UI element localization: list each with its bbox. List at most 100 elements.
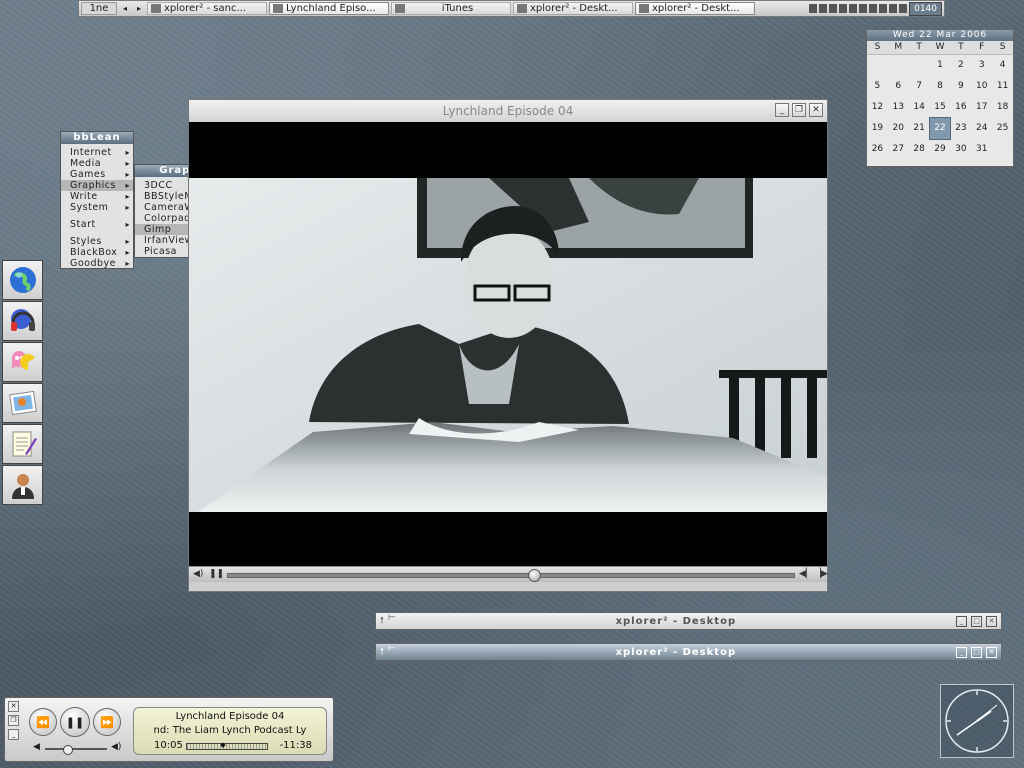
- volume-handle[interactable]: [62, 745, 73, 755]
- calendar-day[interactable]: 10: [971, 76, 992, 97]
- progress-handle[interactable]: ◆: [220, 741, 226, 749]
- task-xplorer-desktop-2[interactable]: xplorer² - Deskt...: [635, 2, 755, 15]
- pin-icon[interactable]: 🠕: [380, 644, 384, 660]
- dock-globe[interactable]: [2, 260, 43, 300]
- calendar-day[interactable]: 17: [971, 97, 992, 118]
- dock-notepad[interactable]: [2, 424, 43, 464]
- dock-pacman[interactable]: [2, 342, 43, 382]
- sticky-icon[interactable]: ⊢: [388, 613, 396, 629]
- tray-icon[interactable]: [849, 4, 858, 13]
- menu-item-system[interactable]: System: [61, 202, 133, 213]
- maximize-button[interactable]: ❐: [792, 103, 806, 117]
- minimize-button[interactable]: _: [956, 646, 967, 658]
- tray-clock-label[interactable]: 0140: [909, 1, 942, 16]
- tray-icon[interactable]: [829, 4, 838, 13]
- track-progress[interactable]: ◆: [186, 741, 268, 750]
- tray-icon[interactable]: [819, 4, 828, 13]
- tray-icon[interactable]: [869, 4, 878, 13]
- calendar-day[interactable]: 22: [928, 117, 952, 140]
- task-lynchland[interactable]: Lynchland Episo...: [269, 2, 389, 15]
- maximize-button[interactable]: □: [971, 646, 982, 658]
- calendar-day[interactable]: 27: [888, 139, 909, 160]
- tray-icon[interactable]: [879, 4, 888, 13]
- calendar-day[interactable]: 23: [950, 118, 971, 139]
- calendar-day[interactable]: 6: [888, 76, 909, 97]
- calendar-day[interactable]: 19: [867, 118, 888, 139]
- video-area[interactable]: [189, 122, 827, 566]
- dock-headphones[interactable]: [2, 301, 43, 341]
- calendar-day[interactable]: 5: [867, 76, 888, 97]
- calendar-day[interactable]: 28: [909, 139, 930, 160]
- window-titlebar[interactable]: Lynchland Episode 04 _ ❐ ✕: [189, 100, 827, 122]
- menu-item-graphics[interactable]: Graphics: [61, 180, 133, 191]
- task-itunes[interactable]: iTunes: [391, 2, 511, 15]
- minimize-button[interactable]: _: [8, 729, 19, 740]
- menu-item-write[interactable]: Write: [61, 191, 133, 202]
- workspace-next-button[interactable]: ▸: [133, 2, 145, 15]
- tray-icon[interactable]: [899, 4, 908, 13]
- tray-icon[interactable]: [809, 4, 818, 13]
- seek-handle[interactable]: [527, 569, 541, 582]
- menu-item-styles[interactable]: Styles: [61, 236, 133, 247]
- dock-person[interactable]: [2, 465, 43, 505]
- menu-item-internet[interactable]: Internet: [61, 147, 133, 158]
- calendar-day[interactable]: 9: [950, 76, 971, 97]
- calendar-day[interactable]: 3: [971, 55, 992, 76]
- calendar-day[interactable]: 25: [992, 118, 1013, 139]
- close-button[interactable]: ✕: [809, 103, 823, 117]
- calendar-day[interactable]: 31: [971, 139, 992, 160]
- calendar-day[interactable]: 20: [888, 118, 909, 139]
- task-xplorer-desktop-1[interactable]: xplorer² - Deskt...: [513, 2, 633, 15]
- fast-forward-button[interactable]: ⏩: [93, 708, 121, 736]
- minimize-button[interactable]: _: [775, 103, 789, 117]
- close-button[interactable]: ✕: [986, 615, 997, 627]
- menu-item-goodbye[interactable]: Goodbye: [61, 258, 133, 269]
- maximize-button[interactable]: □: [971, 615, 982, 627]
- calendar-day[interactable]: 16: [950, 97, 971, 118]
- workspace-prev-button[interactable]: ◂: [119, 2, 131, 15]
- task-xplorer-sanc[interactable]: xplorer² - sanc...: [147, 2, 267, 15]
- pause-button[interactable]: ❚❚: [209, 569, 224, 579]
- minimize-button[interactable]: _: [956, 615, 967, 627]
- calendar-day[interactable]: 18: [992, 97, 1013, 118]
- calendar-day[interactable]: 7: [909, 76, 930, 97]
- calendar-day[interactable]: 29: [930, 139, 951, 160]
- close-button[interactable]: ✕: [986, 646, 997, 658]
- calendar-day[interactable]: 24: [971, 118, 992, 139]
- calendar-day[interactable]: 26: [867, 139, 888, 160]
- calendar-day[interactable]: 13: [888, 97, 909, 118]
- shaded-window-xplorer-1[interactable]: 🠕 ⊢ xplorer² - Desktop _ □ ✕: [375, 612, 1002, 630]
- next-button[interactable]: ▕▶: [814, 569, 828, 579]
- rewind-button[interactable]: ⏪: [29, 708, 57, 736]
- pin-icon[interactable]: 🠕: [380, 613, 384, 629]
- tray-icon[interactable]: [859, 4, 868, 13]
- menu-item-blackbox[interactable]: BlackBox: [61, 247, 133, 258]
- calendar-day[interactable]: 2: [950, 55, 971, 76]
- calendar-day[interactable]: 8: [930, 76, 951, 97]
- workspace-label[interactable]: 1ne: [81, 2, 117, 15]
- calendar-day[interactable]: 14: [909, 97, 930, 118]
- sticky-icon[interactable]: ⊢: [388, 644, 396, 660]
- tray-icon[interactable]: [839, 4, 848, 13]
- menu-item-media[interactable]: Media: [61, 158, 133, 169]
- close-button[interactable]: ✕: [8, 701, 19, 712]
- volume-icon[interactable]: ◀): [193, 569, 203, 579]
- shaded-window-xplorer-2[interactable]: 🠕 ⊢ xplorer² - Desktop _ □ ✕: [375, 643, 1002, 661]
- volume-track[interactable]: [45, 745, 107, 755]
- menu-item-games[interactable]: Games: [61, 169, 133, 180]
- previous-button[interactable]: ◀▏: [799, 569, 813, 579]
- calendar-day[interactable]: 4: [992, 55, 1013, 76]
- calendar-day[interactable]: 21: [909, 118, 930, 139]
- menu-item-start[interactable]: Start: [61, 219, 133, 230]
- tray-icon[interactable]: [889, 4, 898, 13]
- pause-button[interactable]: ❚❚: [60, 707, 90, 737]
- calendar-day[interactable]: 30: [950, 139, 971, 160]
- seek-slider[interactable]: [227, 569, 795, 582]
- resize-button[interactable]: ❐: [8, 715, 19, 726]
- dock-photo[interactable]: [2, 383, 43, 423]
- calendar-day[interactable]: 11: [992, 76, 1013, 97]
- calendar-day[interactable]: 15: [930, 97, 951, 118]
- calendar-day[interactable]: 1: [930, 55, 951, 76]
- calendar-day[interactable]: 12: [867, 97, 888, 118]
- volume-slider[interactable]: ◀ ◀): [33, 742, 129, 755]
